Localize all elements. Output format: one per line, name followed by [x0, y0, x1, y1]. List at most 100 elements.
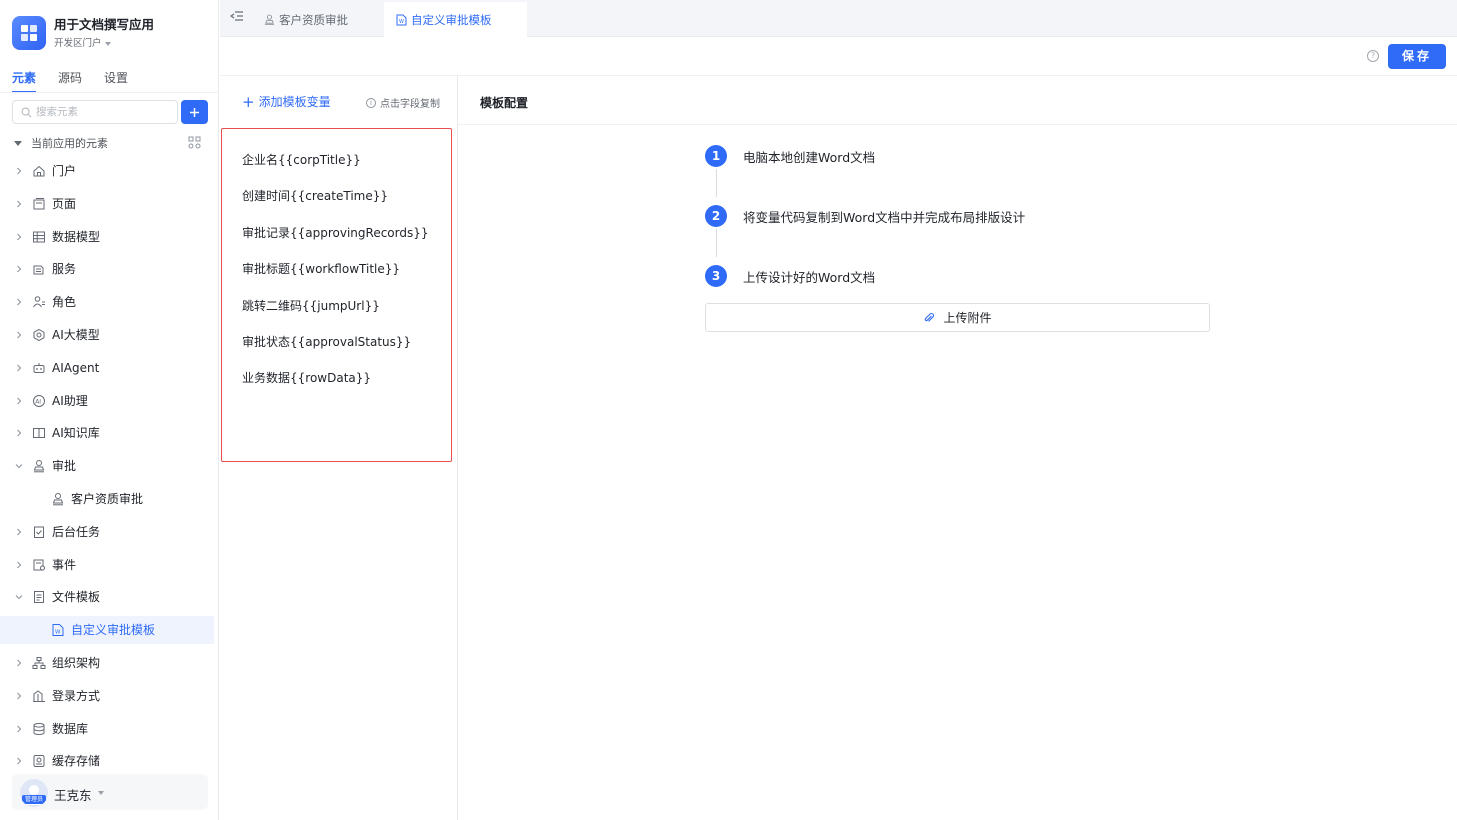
divider — [0, 92, 219, 93]
chevron-right-icon[interactable] — [14, 527, 24, 537]
sidebar-item-label: AI大模型 — [52, 328, 100, 342]
variable-item-jump-url[interactable]: 跳转二维码{{jumpUrl}} — [242, 297, 380, 314]
chevron-down-icon[interactable] — [14, 592, 24, 602]
chevron-right-icon[interactable] — [14, 560, 24, 570]
sidebar-item-ai-assistant[interactable]: AI AI助理 — [0, 387, 214, 415]
chevron-right-icon[interactable] — [14, 396, 24, 406]
variable-item-row-data[interactable]: 业务数据{{rowData}} — [242, 369, 371, 386]
sidebar-tabs: 元素 源码 设置 — [12, 70, 150, 93]
user-profile[interactable]: 管理员 王克东 — [12, 774, 208, 810]
chevron-right-icon[interactable] — [14, 363, 24, 373]
tab-elements[interactable]: 元素 — [12, 70, 37, 93]
chevron-right-icon[interactable] — [14, 428, 24, 438]
sidebar-item-org[interactable]: 组织架构 — [0, 649, 214, 677]
chevron-right-icon[interactable] — [14, 756, 24, 766]
org-icon — [32, 657, 46, 669]
chevron-right-icon[interactable] — [14, 199, 24, 209]
search-box — [12, 100, 178, 124]
sidebar-item-login[interactable]: 登录方式 — [0, 682, 214, 710]
step-3: 3 上传设计好的Word文档 — [705, 265, 875, 287]
variable-item-create-time[interactable]: 创建时间{{createTime}} — [242, 187, 388, 204]
layout-icon[interactable] — [188, 136, 201, 149]
sidebar-item-robot[interactable]: AIAgent — [0, 354, 214, 382]
tab-source[interactable]: 源码 — [58, 70, 82, 93]
chevron-right-icon[interactable] — [14, 232, 24, 242]
chevron-down-icon — [104, 41, 111, 46]
caret-down-icon — [14, 140, 22, 146]
sidebar-item-label: 数据模型 — [52, 229, 101, 244]
approval-icon — [52, 493, 64, 506]
sidebar-item-word-file[interactable]: W 自定义审批模板 — [0, 616, 214, 645]
sidebar-item-task[interactable]: 后台任务 — [0, 518, 214, 546]
upload-label: 上传附件 — [943, 311, 992, 325]
sidebar-item-book[interactable]: AI知识库 — [0, 419, 214, 447]
section-current-app-elements[interactable]: 当前应用的元素 — [12, 134, 208, 152]
paperclip-icon — [925, 312, 935, 322]
plus-icon: + — [242, 92, 255, 111]
add-template-variable-button[interactable]: + 添加模板变量 — [242, 93, 331, 110]
chevron-right-icon[interactable] — [14, 297, 24, 307]
word-file-icon: W — [396, 14, 407, 25]
tab-settings[interactable]: 设置 — [104, 70, 128, 93]
sidebar-item-event[interactable]: 事件 — [0, 551, 214, 579]
collapse-sidebar-icon[interactable] — [230, 10, 244, 22]
upload-attachment-button[interactable]: 上传附件 — [705, 303, 1210, 332]
sidebar-item-cache[interactable]: 缓存存储 — [0, 747, 214, 775]
variable-item-approval-status[interactable]: 审批状态{{approvalStatus}} — [242, 333, 411, 350]
copy-hint: i 点击字段复制 — [366, 95, 440, 110]
chevron-right-icon[interactable] — [14, 658, 24, 668]
chevron-right-icon[interactable] — [14, 724, 24, 734]
sidebar-item-label: 组织架构 — [52, 656, 101, 670]
chevron-right-icon[interactable] — [14, 691, 24, 701]
add-element-button[interactable] — [181, 100, 208, 124]
svg-text:W: W — [55, 629, 61, 635]
info-icon: i — [366, 97, 376, 108]
search-input[interactable] — [36, 106, 166, 118]
book-icon — [33, 428, 45, 439]
tab-custom-approval-template[interactable]: W 自定义审批模板 — [384, 2, 527, 37]
sidebar-item-model[interactable]: AI大模型 — [0, 321, 214, 349]
variable-item-workflow-title[interactable]: 审批标题{{workflowTitle}} — [242, 260, 400, 277]
sidebar-item-role[interactable]: 角色 — [0, 288, 214, 316]
portal-name: 开发区门户 — [54, 38, 102, 49]
sidebar-item-approval[interactable]: 客户资质审批 — [0, 485, 214, 513]
sidebar-item-file-template[interactable]: 文件模板 — [0, 583, 214, 611]
role-badge: 管理员 — [22, 795, 46, 804]
sidebar-item-database[interactable]: 数据库 — [0, 715, 214, 743]
chevron-right-icon[interactable] — [14, 330, 24, 340]
sidebar: 用于文档撰写应用 开发区门户 元素 源码 设置 当前应用的元素 门户页面数据模型… — [0, 0, 219, 820]
step-connector — [716, 169, 717, 197]
cache-icon — [33, 755, 45, 768]
variable-item-corp-title[interactable]: 企业名{{corpTitle}} — [242, 151, 361, 168]
sidebar-item-label: 审批 — [52, 459, 77, 474]
page-icon — [33, 197, 45, 210]
chevron-down-icon[interactable] — [14, 461, 24, 471]
svg-text:W: W — [399, 19, 404, 25]
approval-icon — [264, 14, 275, 25]
sidebar-item-label: 页面 — [52, 196, 77, 211]
sidebar-item-label: 自定义审批模板 — [71, 623, 156, 638]
sidebar-item-page[interactable]: 页面 — [0, 190, 214, 218]
step-text: 电脑本地创建Word文档 — [743, 149, 876, 165]
chevron-right-icon[interactable] — [14, 264, 24, 274]
model-icon — [33, 328, 45, 342]
app-brand[interactable]: 用于文档撰写应用 开发区门户 — [12, 16, 154, 52]
help-icon[interactable]: ? — [1367, 50, 1379, 62]
chevron-right-icon[interactable] — [14, 166, 24, 176]
sidebar-item-table[interactable]: 数据模型 — [0, 223, 214, 251]
sidebar-item-label: AI知识库 — [52, 426, 100, 441]
tab-customer-qualification-approval[interactable]: 客户资质审批 — [252, 2, 382, 37]
sidebar-item-label: 门户 — [52, 164, 77, 178]
sidebar-item-approval[interactable]: 审批 — [0, 452, 214, 480]
robot-icon — [33, 362, 45, 373]
save-button[interactable]: 保存 — [1388, 44, 1446, 69]
step-number: 2 — [705, 205, 727, 227]
sidebar-item-home[interactable]: 门户 — [0, 157, 214, 185]
sidebar-item-service[interactable]: 服务 — [0, 255, 214, 283]
portal-switcher[interactable]: 开发区门户 — [54, 36, 154, 52]
variable-item-approving-records[interactable]: 审批记录{{approvingRecords}} — [242, 224, 429, 241]
action-bar: ? 保存 — [220, 37, 1457, 75]
task-icon — [34, 526, 44, 538]
role-icon — [33, 296, 45, 308]
avatar: 管理员 — [20, 779, 48, 807]
